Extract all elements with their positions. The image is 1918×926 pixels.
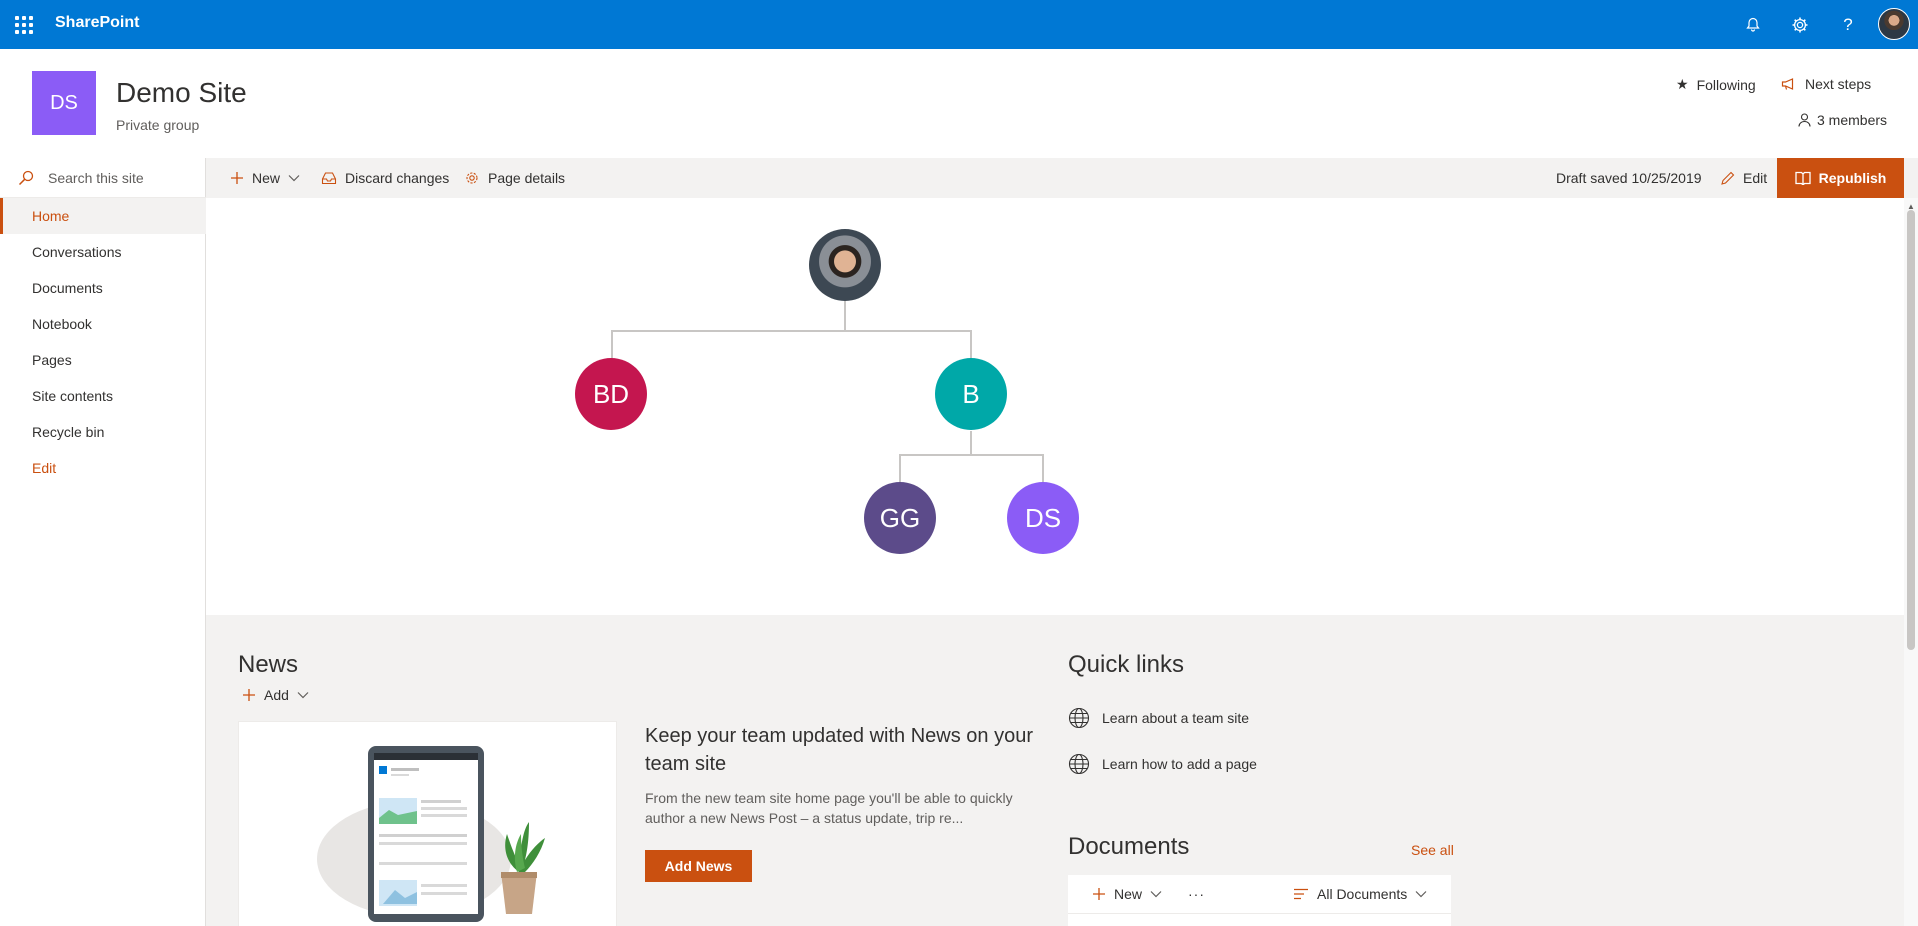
nav-item-pages[interactable]: Pages	[0, 342, 206, 378]
gear-icon	[466, 172, 478, 184]
quick-links-title: Quick links	[1068, 651, 1185, 678]
next-steps-button[interactable]: Next steps	[1781, 76, 1871, 92]
republish-button[interactable]: Republish	[1777, 158, 1904, 198]
node-initials: BD	[592, 378, 630, 409]
edit-button[interactable]: Edit	[1720, 158, 1767, 198]
edit-label: Edit	[1743, 170, 1768, 186]
draft-status: Draft saved 10/25/2019	[1556, 170, 1702, 186]
documents-title: Documents	[1068, 833, 1190, 860]
next-steps-label: Next steps	[1805, 76, 1872, 92]
news-title: News	[238, 651, 299, 678]
following-button[interactable]: ★ Following	[1676, 76, 1756, 93]
view-selector[interactable]: All Documents	[1293, 875, 1427, 913]
nav-item-site-contents[interactable]: Site contents	[0, 378, 206, 414]
new-button[interactable]: New	[230, 158, 300, 198]
news-add-button[interactable]: Add	[242, 683, 309, 707]
gear-icon[interactable]	[1784, 9, 1816, 41]
left-navigation: Search this site Home Conversations Docu…	[0, 158, 206, 926]
discard-label: Discard changes	[345, 170, 450, 186]
chevron-down-icon	[297, 692, 309, 699]
site-logo[interactable]: DS	[32, 71, 96, 135]
search-icon	[18, 170, 34, 185]
globe-icon	[1068, 753, 1090, 775]
search-input[interactable]: Search this site	[48, 170, 144, 186]
page-details-button[interactable]: Page details	[464, 158, 565, 198]
bell-icon[interactable]	[1737, 9, 1769, 41]
avatar[interactable]	[1878, 8, 1910, 40]
chevron-down-icon	[288, 175, 300, 182]
org-chart-node-b[interactable]: B	[935, 358, 1007, 430]
book-icon	[1795, 171, 1811, 185]
nav-item-documents[interactable]: Documents	[0, 270, 206, 306]
quick-link-add-page[interactable]: Learn how to add a page	[1068, 753, 1257, 775]
news-description: From the new team site home page you'll …	[645, 790, 1013, 826]
nav-item-recycle-bin[interactable]: Recycle bin	[0, 414, 206, 450]
brand-name[interactable]: SharePoint	[55, 14, 139, 32]
app-launcher-icon[interactable]	[10, 11, 36, 37]
members-label: 3 members	[1817, 112, 1888, 128]
suite-bar: SharePoint ?	[0, 0, 1918, 49]
documents-new-label: New	[1114, 886, 1143, 902]
following-label: Following	[1696, 76, 1756, 93]
search-box[interactable]: Search this site	[0, 158, 206, 198]
nav-edit-link[interactable]: Edit	[0, 450, 206, 486]
node-initials: B	[962, 378, 980, 409]
plus-icon	[1093, 888, 1105, 900]
node-initials: GG	[879, 502, 921, 533]
help-icon[interactable]: ?	[1832, 9, 1864, 41]
star-icon: ★	[1676, 76, 1689, 92]
site-header: DS Demo Site Private group ★ Following N…	[0, 49, 1918, 158]
site-subtitle: Private group	[116, 117, 200, 133]
org-chart-node-ds[interactable]: DS	[1007, 482, 1079, 554]
plus-icon	[231, 172, 243, 184]
person-icon	[1798, 113, 1811, 127]
news-headline: Keep your team updated with News on your…	[645, 725, 1033, 775]
org-chart-node-bd[interactable]: BD	[575, 358, 647, 430]
members-button[interactable]: 3 members	[1798, 112, 1887, 128]
scrollbar-thumb[interactable]	[1907, 210, 1915, 650]
command-bar: New Discard changes Page details Draft s…	[206, 158, 1918, 198]
web-parts-section: News Add Keep your team updated with New…	[206, 615, 1904, 926]
document-library: New ··· All Documents	[1068, 875, 1451, 926]
chevron-down-icon	[1150, 891, 1162, 898]
nav-item-notebook[interactable]: Notebook	[0, 306, 206, 342]
see-all-link[interactable]: See all	[1411, 842, 1454, 858]
republish-label: Republish	[1818, 170, 1887, 186]
pencil-icon	[1721, 171, 1735, 185]
news-illustration	[317, 746, 545, 922]
page-details-label: Page details	[488, 170, 566, 186]
org-chart-connectors	[611, 301, 1044, 483]
nav-item-home[interactable]: Home	[0, 198, 206, 234]
chevron-down-icon	[1415, 891, 1427, 898]
new-label: New	[252, 170, 281, 186]
nav-item-conversations[interactable]: Conversations	[0, 234, 206, 270]
nav-list: Home Conversations Documents Notebook Pa…	[0, 198, 206, 486]
add-news-button[interactable]: Add News	[645, 850, 752, 882]
quick-link-label: Learn about a team site	[1102, 710, 1250, 726]
megaphone-icon	[1781, 78, 1794, 90]
discard-changes-button[interactable]: Discard changes	[321, 158, 449, 198]
list-view-icon	[1294, 888, 1308, 900]
documents-new-button[interactable]: New	[1092, 875, 1162, 913]
org-chart-manager-photo[interactable]	[809, 229, 881, 301]
plus-icon	[243, 689, 255, 701]
toolbar-divider	[1068, 913, 1451, 914]
discard-icon	[321, 172, 337, 185]
news-add-label: Add	[264, 687, 289, 703]
org-chart-node-gg[interactable]: GG	[864, 482, 936, 554]
site-title[interactable]: Demo Site	[116, 77, 247, 109]
quick-link-team-site[interactable]: Learn about a team site	[1068, 707, 1249, 729]
more-options-button[interactable]: ···	[1188, 875, 1205, 913]
quick-link-label: Learn how to add a page	[1102, 756, 1257, 772]
node-initials: DS	[1024, 502, 1062, 533]
globe-icon	[1068, 707, 1090, 729]
news-placeholder-card	[238, 721, 617, 926]
org-chart-section	[206, 198, 1904, 615]
view-label: All Documents	[1317, 886, 1408, 902]
